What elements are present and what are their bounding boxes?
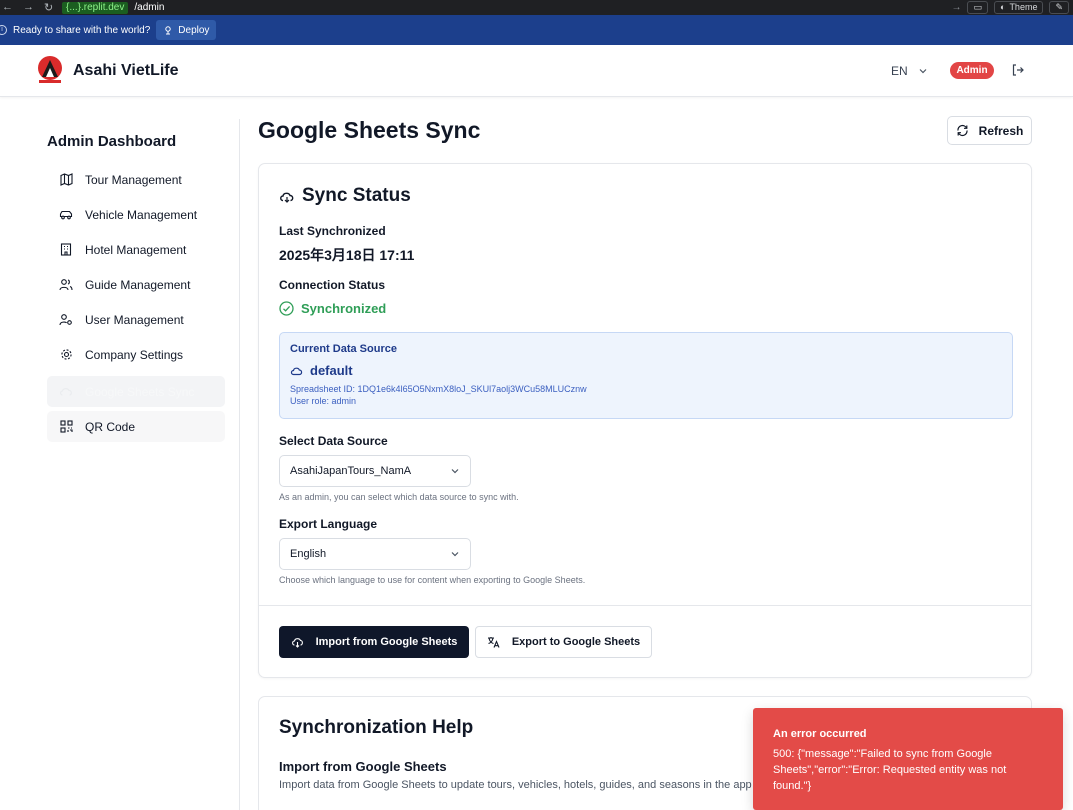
info-icon: i [0, 25, 7, 35]
refresh-label: Refresh [978, 123, 1024, 138]
sync-status-heading: Sync Status [302, 185, 411, 206]
cloud-sync-icon [59, 385, 73, 399]
app-header: Asahi VietLife EN Admin [0, 45, 1073, 97]
connection-status-label: Connection Status [279, 278, 386, 292]
chevron-down-icon [450, 466, 460, 476]
sync-status-card: Sync Status Last Synchronized 2025年3月18日… [258, 163, 1032, 678]
refresh-icon [956, 124, 969, 137]
export-language-select[interactable]: English [279, 538, 471, 570]
url-host[interactable]: {...}.replit.dev [62, 1, 129, 14]
refresh-button[interactable]: Refresh [947, 116, 1032, 145]
sidebar-item-qr-code[interactable]: QR Code [47, 411, 225, 442]
reload-icon[interactable]: ↻ [44, 1, 53, 14]
sidebar-item-label: User Management [85, 312, 184, 327]
qr-code-icon [59, 420, 73, 434]
gear-icon [59, 348, 73, 362]
pen-icon: ✎ [1055, 2, 1063, 12]
check-circle-icon [279, 301, 294, 316]
help-import-description: Import data from Google Sheets to update… [279, 779, 752, 791]
sidebar-item-tour-management[interactable]: Tour Management [47, 164, 225, 195]
edit-button[interactable]: ✎ [1049, 1, 1069, 14]
sidebar-item-google-sheets-sync[interactable]: Google Sheets Sync [47, 376, 225, 407]
users-icon [59, 278, 73, 292]
error-toast[interactable]: An error occurred 500: {"message":"Faile… [753, 708, 1063, 810]
sync-help-title: Synchronization Help [279, 717, 474, 738]
building-icon [59, 243, 73, 257]
sidebar-item-label: Google Sheets Sync [85, 384, 195, 399]
card-divider [259, 605, 1031, 606]
sidebar-title: Admin Dashboard [47, 133, 177, 150]
toast-title: An error occurred [773, 728, 867, 740]
sidebar: Admin Dashboard Tour Management Vehicle … [33, 119, 240, 810]
logout-icon[interactable] [1011, 63, 1025, 77]
select-data-source-label: Select Data Source [279, 434, 388, 448]
export-language-label: Export Language [279, 517, 378, 531]
map-icon [59, 173, 73, 187]
deploy-banner: i Ready to share with the world? Deploy [0, 15, 1073, 45]
palette-icon: ◐ [1000, 2, 1006, 12]
theme-label: Theme [1009, 2, 1038, 12]
user-role: User role: admin [290, 396, 357, 406]
sidebar-item-label: QR Code [85, 419, 136, 434]
forward-icon[interactable]: → [23, 1, 34, 14]
monitor-icon: ▭ [973, 2, 982, 12]
import-button[interactable]: Import from Google Sheets [279, 626, 469, 658]
data-source-name: default [290, 363, 353, 378]
cloud-download-icon [291, 636, 304, 648]
sidebar-item-company-settings[interactable]: Company Settings [47, 339, 225, 370]
browser-nav: ← → ↻ [0, 1, 62, 14]
device-button[interactable]: ▭ [967, 1, 988, 14]
arrow-right-icon[interactable]: → [951, 2, 961, 13]
last-sync-label: Last Synchronized [279, 224, 386, 238]
user-cog-icon [59, 313, 73, 327]
deploy-label: Deploy [178, 24, 210, 36]
car-icon [59, 208, 73, 222]
page-title: Google Sheets Sync [258, 117, 481, 143]
sidebar-item-user-management[interactable]: User Management [47, 304, 225, 335]
sync-status-title: Sync Status [279, 185, 411, 207]
export-button[interactable]: Export to Google Sheets [475, 626, 652, 658]
languages-icon [487, 636, 500, 648]
data-source-hint: As an admin, you can select which data s… [279, 492, 519, 502]
url-path[interactable]: /admin [134, 2, 164, 13]
sidebar-item-guide-management[interactable]: Guide Management [47, 269, 225, 300]
chevron-down-icon [450, 549, 460, 559]
role-badge: Admin [950, 62, 994, 79]
sidebar-item-label: Hotel Management [85, 242, 187, 257]
export-label: Export to Google Sheets [511, 636, 641, 648]
connection-status-value: Synchronized [301, 301, 387, 316]
sidebar-item-label: Vehicle Management [85, 207, 198, 222]
chevron-down-icon [918, 66, 928, 76]
deploy-button[interactable]: Deploy [156, 20, 217, 40]
data-source-select[interactable]: AsahiJapanTours_NamA [279, 455, 471, 487]
spreadsheet-id: Spreadsheet ID: 1DQ1e6k4l65O5NxmX8loJ_SK… [290, 384, 587, 394]
data-source-title: Current Data Source [290, 343, 397, 355]
data-source-name-label: default [310, 363, 353, 378]
language-label: EN [891, 64, 908, 78]
language-selector[interactable]: EN [891, 64, 928, 78]
cloud-sync-icon [279, 189, 295, 204]
brand-name[interactable]: Asahi VietLife [73, 62, 179, 80]
sidebar-item-hotel-management[interactable]: Hotel Management [47, 234, 225, 265]
back-icon[interactable]: ← [2, 1, 13, 14]
sidebar-item-vehicle-management[interactable]: Vehicle Management [47, 199, 225, 230]
export-language-value: English [290, 548, 327, 560]
import-label: Import from Google Sheets [315, 636, 458, 648]
banner-message: Ready to share with the world? [13, 24, 151, 36]
data-source-select-value: AsahiJapanTours_NamA [290, 465, 412, 477]
browser-toolbar: ← → ↻ {...}.replit.dev /admin → ▭ ◐ Theme… [0, 0, 1073, 15]
current-data-source-box: Current Data Source default Spreadsheet … [279, 332, 1013, 419]
connection-status: Synchronized [279, 301, 386, 316]
deploy-icon [163, 25, 173, 35]
sidebar-item-label: Tour Management [85, 172, 182, 187]
sidebar-item-label: Company Settings [85, 347, 184, 362]
cloud-icon [290, 365, 303, 376]
toast-message: 500: {"message":"Failed to sync from Goo… [773, 748, 1007, 792]
brand-logo[interactable] [37, 55, 63, 86]
theme-button[interactable]: ◐ Theme [994, 1, 1044, 14]
sidebar-item-label: Guide Management [85, 277, 191, 292]
last-sync-value: 2025年3月18日 17:11 [279, 247, 415, 263]
export-language-hint: Choose which language to use for content… [279, 575, 586, 585]
help-import-title: Import from Google Sheets [279, 759, 447, 774]
